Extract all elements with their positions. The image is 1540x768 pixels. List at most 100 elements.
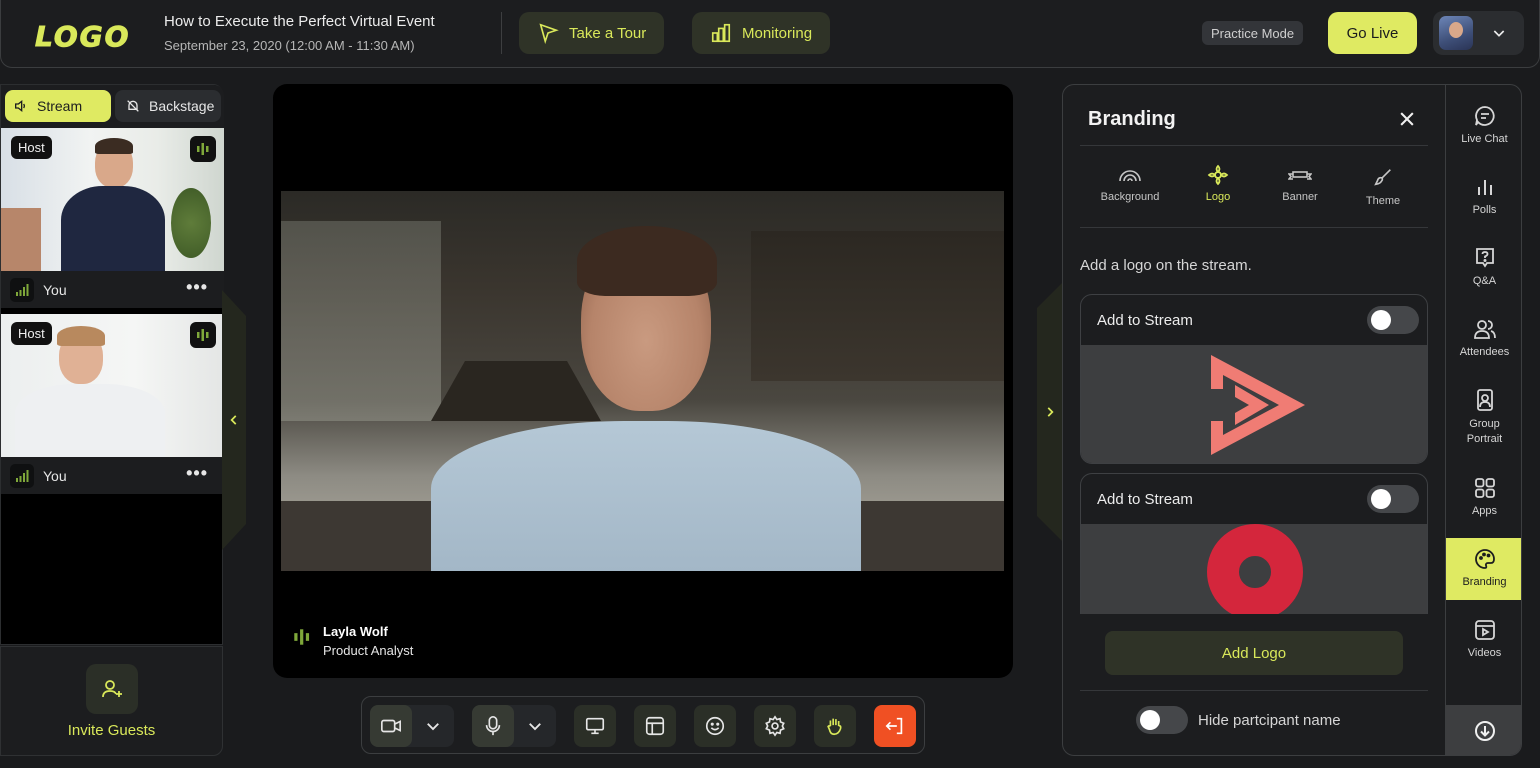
add-to-stream-toggle[interactable] [1367,306,1419,334]
settings-gear-icon [765,715,785,737]
flower-icon [1173,163,1263,187]
participant-footer: You ••• [1,457,224,494]
close-icon[interactable] [1397,109,1417,129]
portrait-icon [1446,387,1521,413]
logo-preview [1081,524,1427,614]
rail-label: Polls [1472,204,1497,216]
tab-banner[interactable]: Banner [1255,163,1345,203]
rail-label: Attendees [1459,346,1510,358]
more-options-icon[interactable]: ••• [186,464,208,482]
user-menu[interactable] [1433,11,1524,55]
meeting-controls [361,696,925,754]
practice-mode-badge[interactable]: Practice Mode [1202,21,1304,45]
rail-label: Branding [1462,576,1507,588]
rail-item-group-portrait[interactable]: Group Portrait [1446,387,1521,447]
logo-card: Add to Stream [1080,294,1428,464]
raise-hand-icon [827,718,842,736]
collapse-right-panel-button[interactable] [1037,282,1063,542]
host-badge: Host [11,136,52,159]
rail-item-branding[interactable]: Branding [1446,538,1521,600]
audio-level-icon [294,629,310,645]
hide-participant-row: Hide partcipant name [1136,706,1341,734]
kitchen-hood [431,361,601,421]
go-live-button[interactable]: Go Live [1328,12,1417,54]
scroll-down-button[interactable] [1446,705,1521,755]
hide-participant-label: Hide partcipant name [1198,711,1341,729]
rail-item-polls[interactable]: Polls [1446,174,1521,216]
play-triangle-logo [1211,355,1305,455]
speaker-icon [15,99,25,113]
audio-level-icon [190,136,216,162]
add-to-stream-toggle[interactable] [1367,485,1419,513]
divider [1080,227,1428,228]
rail-label: Videos [1467,647,1502,659]
hide-participant-toggle[interactable] [1136,706,1188,734]
logo-card-header: Add to Stream [1081,295,1427,345]
kitchen-window [281,221,441,421]
microphone-icon [485,716,501,736]
header-divider [501,12,502,54]
people-icon [1446,316,1521,342]
banner-icon [1255,163,1345,187]
signal-strength-icon [10,463,34,488]
tab-background[interactable]: Background [1085,163,1175,203]
invite-guests-label: Invite Guests [67,722,156,739]
tour-flag-icon [539,23,559,44]
camera-button[interactable] [370,705,412,747]
rail-label: Live Chat [1461,133,1508,145]
signal-strength-icon [10,277,34,302]
participant-name: You [43,467,67,484]
ring-logo [1207,524,1303,614]
camera-control-group [370,705,454,747]
take-tour-label: Take a Tour [569,24,647,42]
add-logo-button[interactable]: Add Logo [1105,631,1403,675]
host-badge: Host [11,322,52,345]
tab-theme[interactable]: Theme [1338,163,1428,207]
take-tour-button[interactable]: Take a Tour [519,12,665,54]
microphone-button[interactable] [472,705,514,747]
tab-logo[interactable]: Logo [1173,163,1263,203]
participant-tile[interactable]: Host You ••• [1,128,224,308]
rail-label: Group Portrait [1466,418,1503,445]
invite-guests-button[interactable]: Invite Guests [0,646,223,756]
settings-button[interactable] [754,705,796,747]
participant-tile[interactable]: Host You ••• [1,314,224,494]
layout-icon [645,716,665,736]
tab-stream[interactable]: Stream [5,90,111,122]
event-title: How to Execute the Perfect Virtual Event [164,13,435,30]
emoji-button[interactable] [694,705,736,747]
apps-grid-icon [1446,475,1521,501]
participant-hair [95,138,133,154]
rainbow-icon [1085,163,1175,187]
chevron-right-icon [1047,407,1054,417]
layout-button[interactable] [634,705,676,747]
collapse-left-panel-button[interactable] [222,290,246,550]
monitoring-label: Monitoring [742,24,813,42]
rail-item-attendees[interactable]: Attendees [1446,316,1521,358]
tab-backstage-label: Backstage [149,98,215,114]
chevron-down-icon[interactable] [424,717,442,735]
tab-background-label: Background [1100,191,1160,203]
rail-item-live-chat[interactable]: Live Chat [1446,103,1521,145]
monitoring-button[interactable]: Monitoring [692,12,831,54]
chevron-down-icon[interactable] [526,717,544,735]
screen-share-button[interactable] [574,705,616,747]
tab-logo-label: Logo [1205,191,1231,203]
raise-hand-button[interactable] [814,705,856,747]
tab-backstage[interactable]: Backstage [115,90,221,122]
event-date: September 23, 2020 (12:00 AM - 11:30 AM) [164,38,415,53]
rail-item-apps[interactable]: Apps [1446,475,1521,517]
participant-suit [61,186,165,271]
plant-image [171,188,211,258]
leave-button[interactable] [874,705,916,747]
bar-chart-icon [711,23,731,43]
rail-item-videos[interactable]: Videos [1446,617,1521,659]
rail-item-qa[interactable]: Q&A [1446,245,1521,287]
more-options-icon[interactable]: ••• [186,278,208,296]
add-to-stream-label: Add to Stream [1097,490,1193,508]
chevron-left-icon [230,415,237,425]
chevron-down-icon [1493,30,1505,37]
logo-card: Add to Stream [1080,473,1428,614]
participant-shirt [15,384,165,457]
bar-chart-icon [1446,174,1521,200]
